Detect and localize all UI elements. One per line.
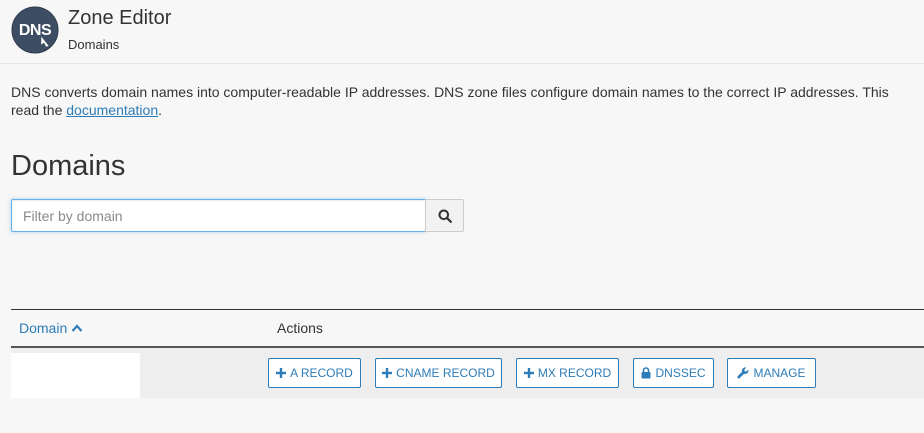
search-icon: [438, 209, 452, 223]
add-cname-record-button[interactable]: CNAME Record: [375, 358, 502, 388]
row-domain-cell: [11, 353, 140, 398]
column-header-domain-label: Domain: [19, 320, 68, 336]
column-header-domain[interactable]: Domain: [19, 319, 83, 337]
description-line-2-suffix: .: [158, 102, 162, 118]
description-line-2: read the documentation.: [11, 101, 924, 119]
plus-icon: [276, 368, 287, 378]
plus-icon: [523, 368, 534, 378]
plus-icon: [382, 368, 393, 378]
filter-domain-input[interactable]: [11, 199, 426, 232]
table-top-border: [11, 309, 924, 310]
app-subtitle: Domains: [68, 37, 120, 52]
add-cname-record-label: CNAME Record: [396, 366, 495, 380]
sort-ascending-icon: [71, 324, 83, 332]
documentation-link[interactable]: documentation: [66, 102, 158, 118]
app-title: Zone Editor: [68, 7, 172, 29]
lock-icon: [641, 367, 651, 379]
add-mx-record-label: MX Record: [537, 366, 612, 380]
search-button[interactable]: [425, 199, 464, 232]
description-line-2-prefix: read the: [11, 102, 67, 118]
page-description: DNS converts domain names into computer-…: [11, 83, 924, 119]
app-header: DNS Zone Editor Domains: [0, 0, 924, 64]
wrench-icon: [737, 367, 749, 379]
description-line-1: DNS converts domain names into computer-…: [11, 84, 889, 100]
add-a-record-button[interactable]: A Record: [268, 358, 361, 388]
svg-text:DNS: DNS: [19, 22, 52, 39]
manage-label: Manage: [753, 366, 806, 380]
add-a-record-label: A Record: [290, 366, 353, 380]
manage-button[interactable]: Manage: [727, 358, 816, 388]
column-header-actions: Actions: [277, 320, 323, 336]
dnssec-label: DNSSEC: [655, 366, 706, 380]
dns-logo-icon: DNS: [11, 6, 59, 54]
page-title: Domains: [11, 150, 126, 182]
dnssec-button[interactable]: DNSSEC: [633, 358, 714, 388]
add-mx-record-button[interactable]: MX Record: [516, 358, 619, 388]
